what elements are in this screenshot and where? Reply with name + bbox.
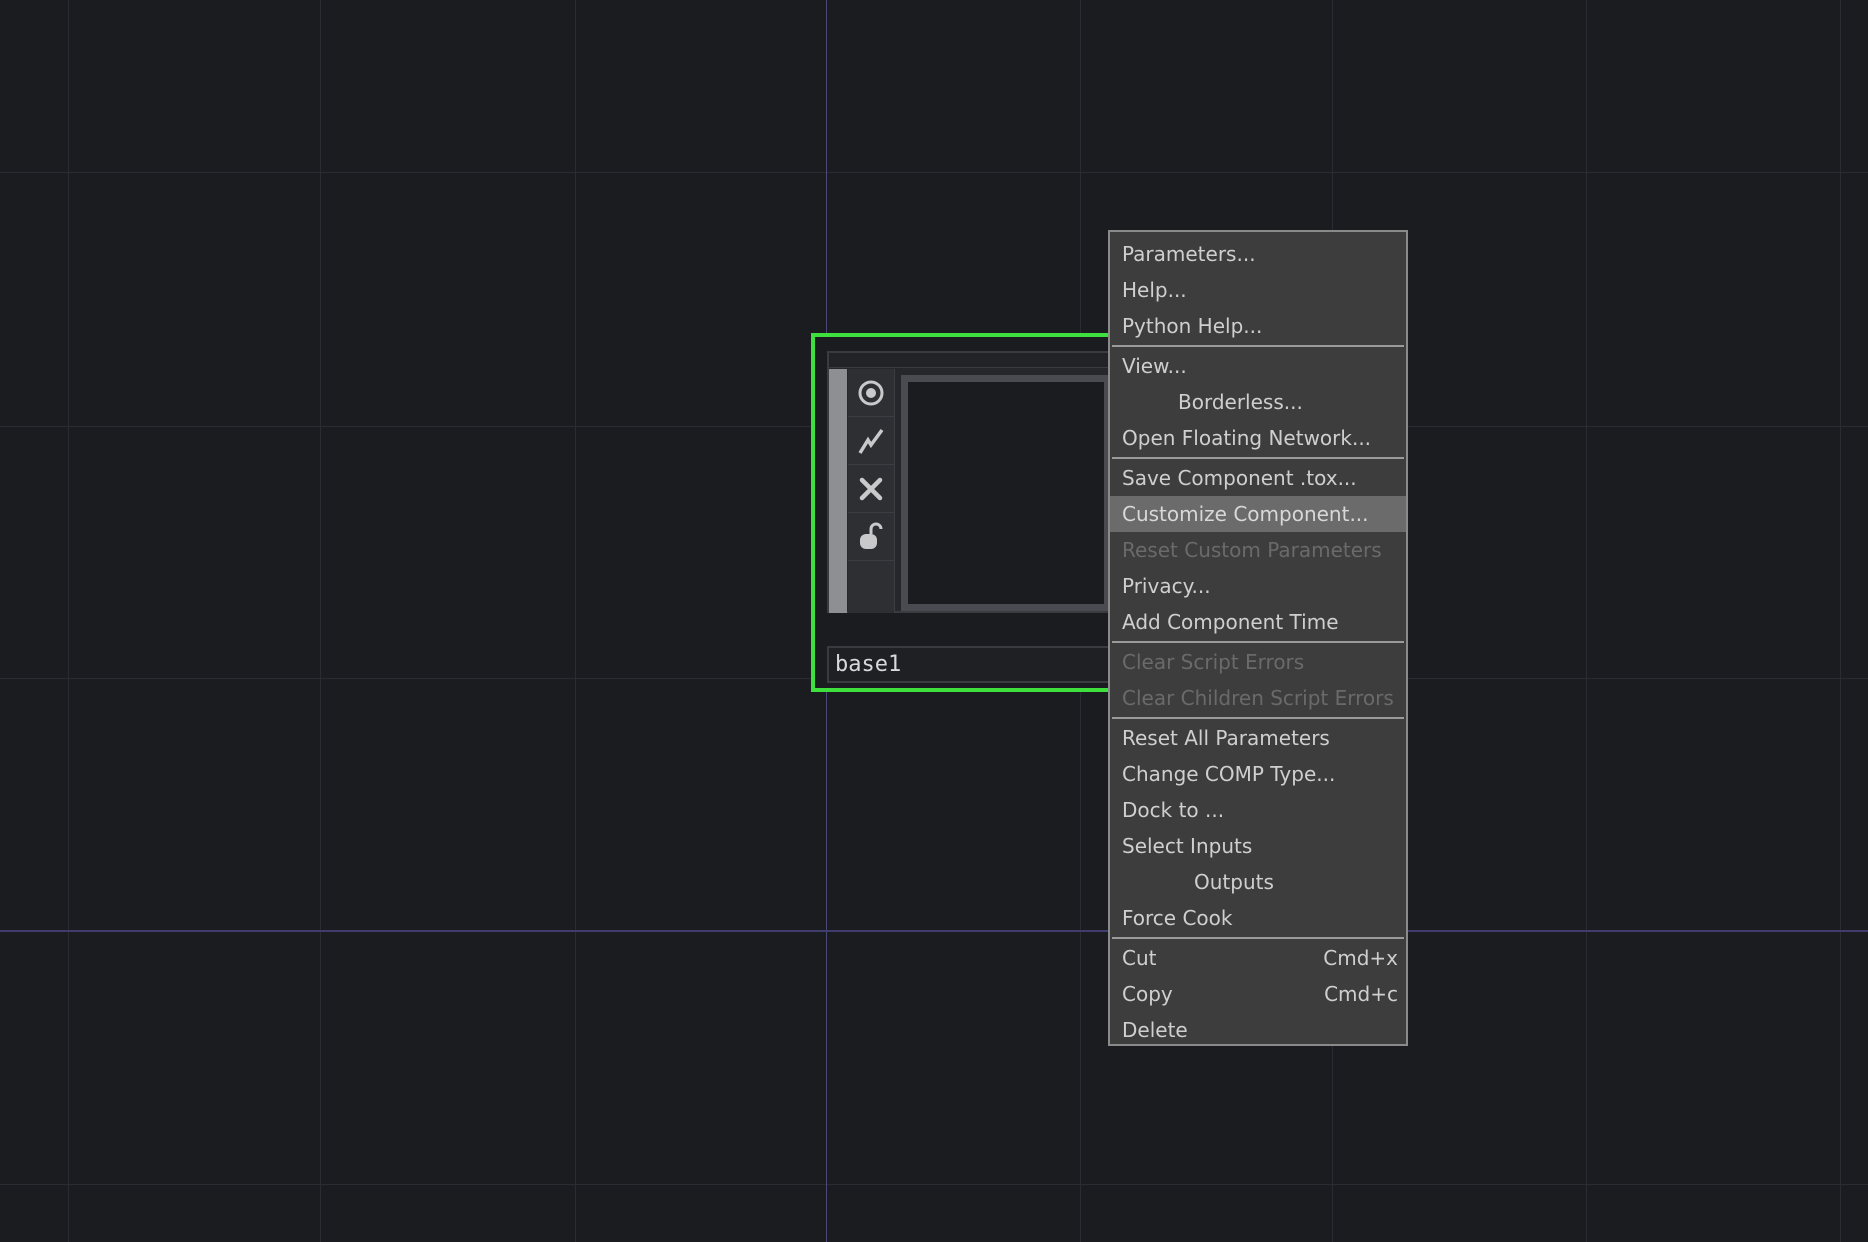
- close-icon[interactable]: [848, 465, 894, 513]
- menu-item-label: Copy: [1122, 982, 1173, 1006]
- grid-line: [1586, 0, 1587, 1242]
- menu-separator: [1112, 717, 1404, 719]
- menu-item-force-cook[interactable]: Force Cook: [1110, 900, 1406, 936]
- origin-axis-horizontal: [0, 930, 1868, 932]
- menu-item-label: Customize Component...: [1122, 502, 1369, 526]
- menu-item-cut[interactable]: Cut Cmd+x: [1110, 940, 1406, 976]
- menu-item-clear-children-script-errors: Clear Children Script Errors: [1110, 680, 1406, 716]
- menu-item-parameters[interactable]: Parameters...: [1110, 236, 1406, 272]
- menu-item-label: Outputs: [1194, 870, 1274, 894]
- grid-line: [0, 1184, 1868, 1185]
- viewer-active-icon[interactable]: [848, 369, 894, 417]
- menu-item-label: Save Component .tox...: [1122, 466, 1357, 490]
- node-display-flag-bar[interactable]: [829, 369, 847, 613]
- menu-item-borderless[interactable]: Borderless...: [1110, 384, 1406, 420]
- menu-item-label: Open Floating Network...: [1122, 426, 1372, 450]
- context-menu: Parameters... Help... Python Help... View..…: [1108, 230, 1408, 1046]
- menu-item-shortcut: Cmd+x: [1323, 946, 1398, 970]
- menu-item-open-floating-network[interactable]: Open Floating Network...: [1110, 420, 1406, 456]
- menu-item-select-inputs[interactable]: Select Inputs: [1110, 828, 1406, 864]
- menu-item-reset-custom-parameters: Reset Custom Parameters: [1110, 532, 1406, 568]
- menu-separator: [1112, 345, 1404, 347]
- menu-item-label: Delete: [1122, 1018, 1188, 1042]
- base-comp-node[interactable]: base1: [811, 333, 1126, 692]
- grid-line: [320, 0, 321, 1242]
- grid-line: [0, 172, 1868, 173]
- menu-item-label: Reset Custom Parameters: [1122, 538, 1382, 562]
- menu-item-label: Borderless...: [1178, 390, 1303, 414]
- menu-item-privacy[interactable]: Privacy...: [1110, 568, 1406, 604]
- grid-line: [575, 0, 576, 1242]
- menu-item-outputs[interactable]: Outputs: [1110, 864, 1406, 900]
- menu-item-save-component-tox[interactable]: Save Component .tox...: [1110, 460, 1406, 496]
- menu-item-copy[interactable]: Copy Cmd+c: [1110, 976, 1406, 1012]
- menu-item-label: Dock to ...: [1122, 798, 1225, 822]
- menu-item-reset-all-parameters[interactable]: Reset All Parameters: [1110, 720, 1406, 756]
- menu-item-customize-component[interactable]: Customize Component...: [1110, 496, 1406, 532]
- menu-item-label: Clear Children Script Errors: [1122, 686, 1394, 710]
- grid-line: [68, 0, 69, 1242]
- menu-item-change-comp-type[interactable]: Change COMP Type...: [1110, 756, 1406, 792]
- menu-item-label: View...: [1122, 354, 1187, 378]
- menu-item-label: Force Cook: [1122, 906, 1233, 930]
- menu-item-dock-to[interactable]: Dock to ...: [1110, 792, 1406, 828]
- network-editor-canvas[interactable]: base1 Parameters... Help... Python Help...…: [0, 0, 1868, 1242]
- node-body[interactable]: [827, 351, 1117, 613]
- menu-separator: [1112, 641, 1404, 643]
- node-input-bar: [829, 353, 1115, 368]
- menu-item-python-help[interactable]: Python Help...: [1110, 308, 1406, 344]
- grid-line: [1840, 0, 1841, 1242]
- menu-item-add-component-time[interactable]: Add Component Time: [1110, 604, 1406, 640]
- menu-item-help[interactable]: Help...: [1110, 272, 1406, 308]
- menu-item-clear-script-errors: Clear Script Errors: [1110, 644, 1406, 680]
- menu-item-label: Python Help...: [1122, 314, 1263, 338]
- menu-separator: [1112, 937, 1404, 939]
- menu-item-label: Select Inputs: [1122, 834, 1253, 858]
- menu-item-label: Help...: [1122, 278, 1187, 302]
- menu-item-label: Parameters...: [1122, 242, 1256, 266]
- menu-item-delete[interactable]: Delete: [1110, 1012, 1406, 1048]
- menu-item-label: Change COMP Type...: [1122, 762, 1336, 786]
- menu-item-label: Clear Script Errors: [1122, 650, 1305, 674]
- node-viewer[interactable]: [901, 375, 1111, 611]
- menu-item-label: Add Component Time: [1122, 610, 1339, 634]
- menu-separator: [1112, 457, 1404, 459]
- bypass-icon[interactable]: [848, 417, 894, 465]
- menu-item-label: Reset All Parameters: [1122, 726, 1330, 750]
- node-toolbar: [848, 369, 895, 613]
- menu-item-label: Cut: [1122, 946, 1157, 970]
- menu-item-view[interactable]: View...: [1110, 348, 1406, 384]
- node-name-label[interactable]: base1: [827, 646, 1117, 683]
- menu-item-label: Privacy...: [1122, 574, 1211, 598]
- lock-icon[interactable]: [848, 513, 894, 561]
- menu-item-shortcut: Cmd+c: [1324, 982, 1398, 1006]
